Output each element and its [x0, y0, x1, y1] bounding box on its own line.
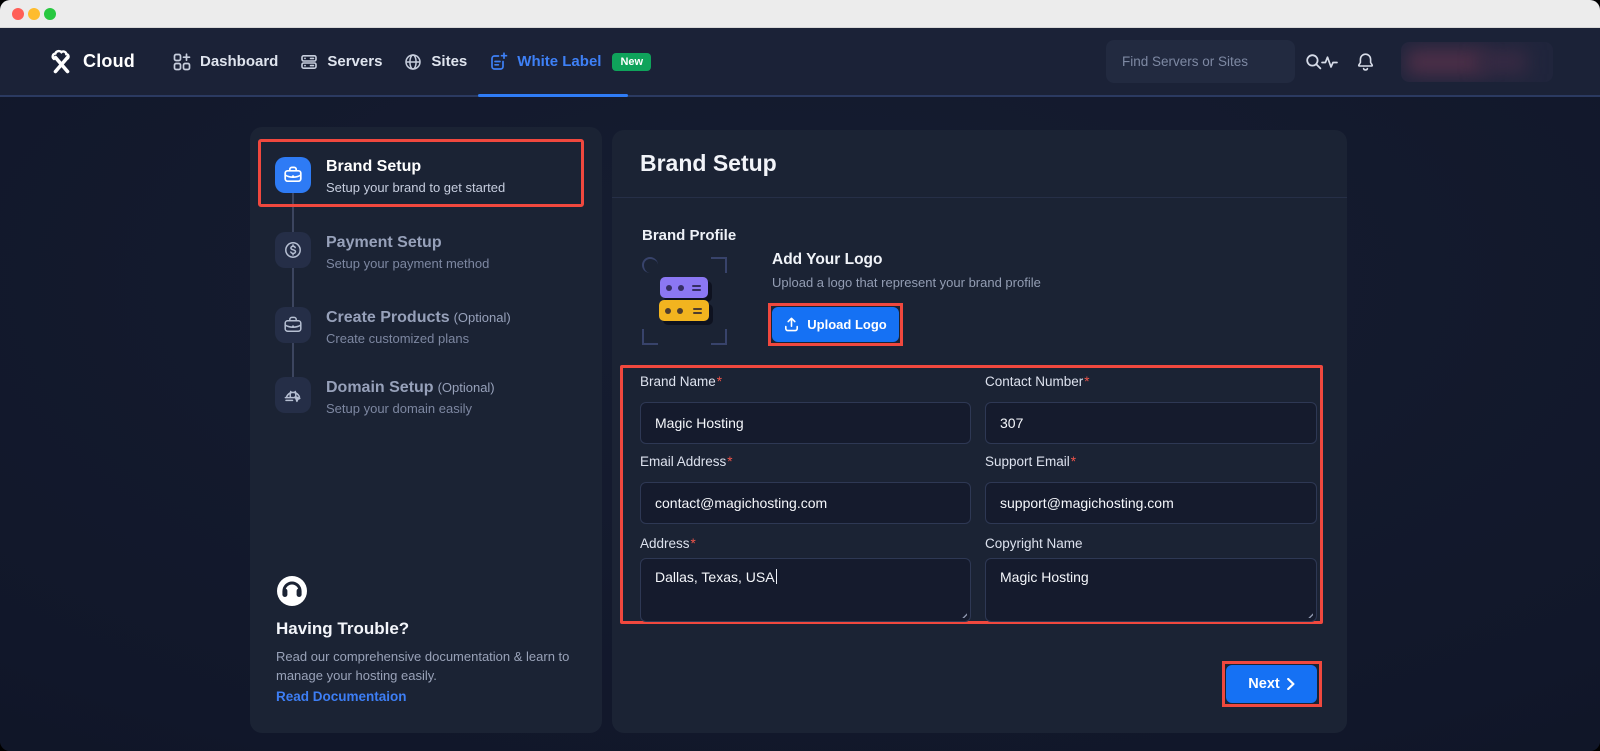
close-window-button[interactable]: [12, 8, 24, 20]
domain-globe-cursor-icon: [275, 377, 311, 413]
user-account-chip[interactable]: [1401, 42, 1553, 82]
brand-setup-panel: Brand Setup Brand Profile Add Your Logo: [612, 130, 1347, 733]
step-subtitle: Create customized plans: [326, 331, 469, 346]
support-icon: [276, 575, 308, 612]
step-subtitle: Setup your payment method: [326, 256, 489, 271]
panel-title: Brand Setup: [640, 150, 777, 177]
frame-corner: [642, 329, 658, 345]
add-logo-heading: Add Your Logo: [772, 251, 883, 269]
address-value: Dallas, Texas, USA: [655, 569, 775, 585]
app-window: Cloud Dashboard: [0, 0, 1600, 751]
notification-bell-icon[interactable]: [1356, 52, 1375, 77]
logo-server-yellow: [659, 300, 709, 321]
panel-divider: [612, 197, 1347, 198]
active-tab-underline: [478, 94, 628, 97]
briefcase-icon: [275, 157, 311, 193]
next-button[interactable]: Next: [1226, 665, 1317, 703]
zoom-window-button[interactable]: [44, 8, 56, 20]
blurred-avatar: [1479, 50, 1527, 74]
chevron-right-icon: [1287, 678, 1295, 690]
briefcase-outline-icon: [275, 307, 311, 343]
logo-placeholder: [642, 257, 727, 345]
frame-corner: [642, 257, 658, 273]
minimize-window-button[interactable]: [28, 8, 40, 20]
search-box[interactable]: [1106, 40, 1295, 83]
field-label-email-address: Email Address*: [640, 454, 971, 469]
top-navbar: Cloud Dashboard: [0, 28, 1600, 97]
step-title: Create Products(Optional): [326, 309, 511, 327]
step-subtitle: Setup your brand to get started: [326, 180, 505, 195]
brand-profile-label: Brand Profile: [642, 227, 736, 244]
help-title: Having Trouble?: [276, 619, 409, 639]
copyright-value: Magic Hosting: [1000, 569, 1089, 585]
logo-server-purple: [660, 277, 708, 298]
step-title: Payment Setup: [326, 234, 442, 252]
step-title: Domain Setup(Optional): [326, 379, 495, 397]
step-subtitle: Setup your domain easily: [326, 401, 472, 416]
upload-logo-label: Upload Logo: [807, 317, 886, 332]
field-label-contact-number: Contact Number*: [985, 374, 1317, 389]
search-input[interactable]: [1106, 54, 1305, 69]
frame-corner: [711, 257, 727, 273]
field-label-copyright-name: Copyright Name: [985, 536, 1317, 551]
field-label-support-email: Support Email*: [985, 454, 1317, 469]
next-label: Next: [1248, 676, 1279, 692]
brand-name-input[interactable]: [640, 402, 971, 444]
macos-titlebar: [0, 0, 1600, 28]
setup-stepper-card: Brand Setup Setup your brand to get star…: [250, 127, 602, 733]
resize-grip-icon[interactable]: [1304, 609, 1313, 618]
navbar-right: [0, 28, 1600, 95]
address-textarea[interactable]: Dallas, Texas, USA: [640, 558, 971, 622]
step-title: Brand Setup: [326, 158, 421, 176]
upload-logo-button[interactable]: Upload Logo: [772, 307, 899, 342]
email-address-input[interactable]: [640, 482, 971, 524]
support-email-input[interactable]: [985, 482, 1317, 524]
field-label-address: Address*: [640, 536, 971, 551]
resize-grip-icon[interactable]: [958, 609, 967, 618]
upload-icon: [784, 317, 799, 332]
add-logo-subheading: Upload a logo that represent your brand …: [772, 275, 1041, 290]
text-caret: [776, 569, 778, 584]
read-documentation-link[interactable]: Read Documentaion: [276, 689, 407, 704]
blurred-username: [1407, 49, 1485, 75]
dollar-icon: [275, 232, 311, 268]
frame-corner: [711, 329, 727, 345]
page-content: Brand Setup Setup your brand to get star…: [0, 97, 1600, 751]
field-label-brand-name: Brand Name*: [640, 374, 971, 389]
help-body: Read our comprehensive documentation & l…: [276, 648, 578, 686]
copyright-name-textarea[interactable]: Magic Hosting: [985, 558, 1317, 622]
search-icon[interactable]: [1305, 53, 1322, 70]
contact-number-input[interactable]: [985, 402, 1317, 444]
activity-pulse-icon[interactable]: [1321, 54, 1338, 75]
